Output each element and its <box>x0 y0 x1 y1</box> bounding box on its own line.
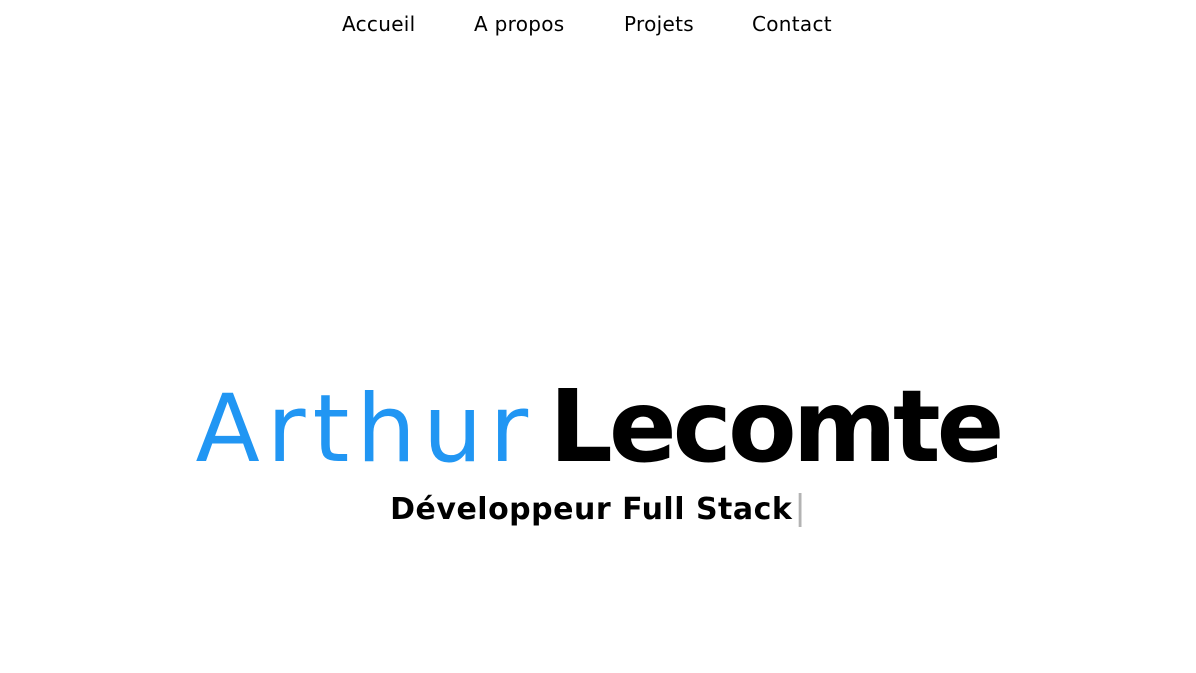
hero-section: Arthur Lecomte Développeur Full Stack| <box>0 360 1196 560</box>
nav-link-projets[interactable]: Projets <box>624 11 694 37</box>
nav-link-contact[interactable]: Contact <box>752 11 832 37</box>
nav-link-accueil[interactable]: Accueil <box>342 11 416 37</box>
main-navigation: Accueil A propos Projets Contact <box>0 0 1196 50</box>
hero-last-name: Lecomte <box>549 368 1004 485</box>
hero-first-name: Arthur <box>195 375 536 484</box>
nav-link-a-propos[interactable]: A propos <box>474 11 565 37</box>
typing-cursor: | <box>794 488 806 528</box>
hero-role: Développeur Full Stack <box>390 492 793 527</box>
hero-title: Arthur Lecomte <box>0 368 1196 485</box>
hero-subtitle: Développeur Full Stack| <box>0 488 1196 534</box>
